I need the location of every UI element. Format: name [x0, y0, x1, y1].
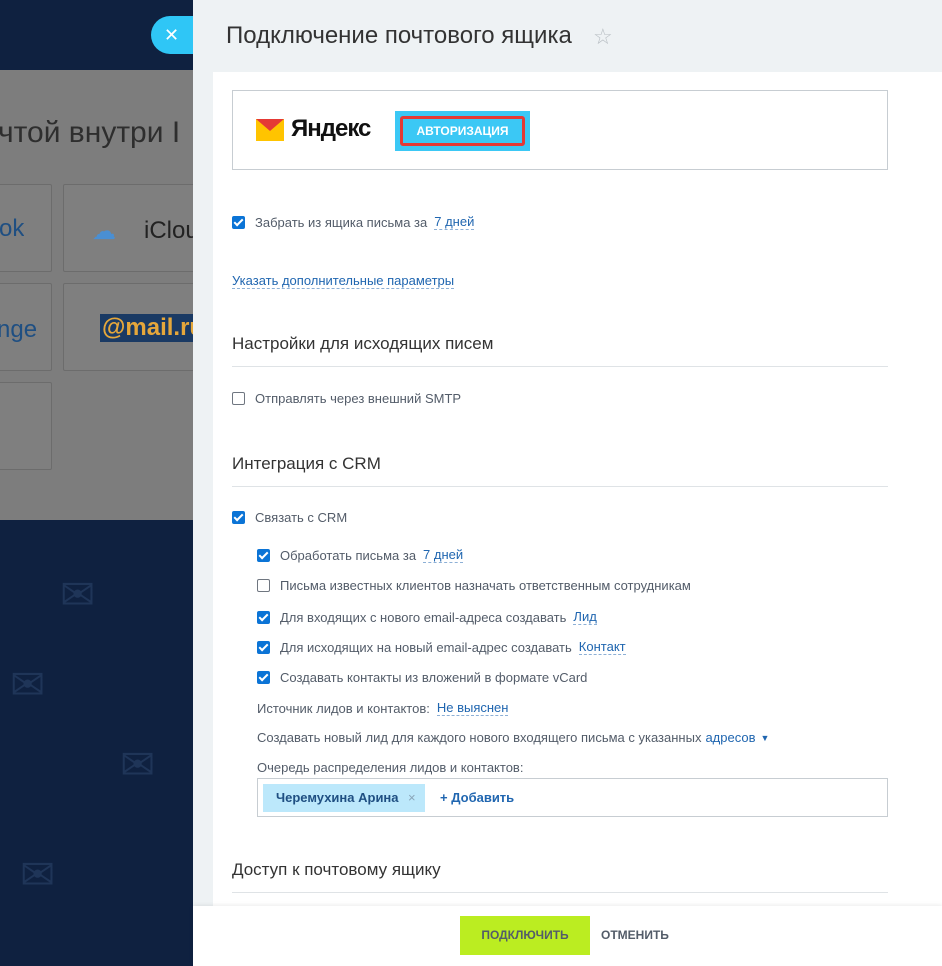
crm-link-checkbox[interactable] [232, 511, 245, 524]
background-provider-panel: чтой внутри I ok ☁ iClou nge @mail.ru [0, 70, 207, 520]
incoming-entity-link[interactable]: Лид [573, 609, 597, 625]
outgoing-create-row: Для исходящих на новый email-адрес созда… [257, 639, 626, 655]
envelope-decoration-icon: ✉ [120, 741, 156, 788]
incoming-create-checkbox[interactable] [257, 610, 270, 624]
new-lead-row: Создавать новый лид для каждого нового в… [257, 730, 770, 745]
provider-tile-icloud[interactable]: ☁ iClou [63, 184, 203, 272]
fetch-period-link[interactable]: 7 дней [434, 214, 475, 230]
close-icon: ✕ [164, 25, 180, 45]
mailbox-connect-slider: Подключение почтового ящика ☆ Яндекс АВТ… [193, 0, 942, 966]
source-link[interactable]: Не выяснен [436, 700, 509, 716]
provider-name: Яндекс [291, 115, 371, 142]
vcard-checkbox[interactable] [257, 671, 270, 684]
extra-params-link[interactable]: Указать дополнительные параметры [232, 273, 455, 289]
connect-button[interactable]: ПОДКЛЮЧИТЬ [460, 916, 590, 955]
incoming-create-row: Для входящих с нового email-адреса созда… [257, 609, 597, 625]
outgoing-create-checkbox[interactable] [257, 640, 270, 654]
remove-person-icon[interactable]: × [408, 784, 416, 812]
mail-envelope-icon [256, 119, 284, 141]
crm-heading: Интеграция с CRM [232, 454, 888, 487]
crm-process-checkbox[interactable] [257, 548, 270, 562]
page-title: Подключение почтового ящика [226, 22, 572, 49]
queue-selector[interactable]: Черемухина Арина × + Добавить [257, 778, 888, 817]
outgoing-heading: Настройки для исходящих писем [232, 334, 888, 367]
provider-tile-other[interactable] [0, 382, 52, 470]
provider-tile-exchange[interactable]: nge [0, 283, 52, 371]
crm-process-row: Обработать письма за 7 дней [257, 547, 464, 563]
add-person-link[interactable]: + Добавить [440, 790, 514, 805]
outgoing-entity-link[interactable]: Контакт [578, 639, 626, 655]
cancel-button[interactable]: ОТМЕНИТЬ [601, 916, 669, 955]
authorize-button[interactable]: АВТОРИЗАЦИЯ [395, 111, 530, 151]
access-heading: Доступ к почтовому ящику [232, 860, 888, 893]
fetch-checkbox[interactable] [232, 215, 245, 229]
cloud-icon: ☁ [92, 218, 116, 245]
star-icon[interactable]: ☆ [593, 24, 613, 50]
form-content: Яндекс АВТОРИЗАЦИЯ Забрать из ящика пись… [213, 57, 942, 906]
provider-box: Яндекс АВТОРИЗАЦИЯ [232, 90, 888, 170]
envelope-decoration-icon: ✉ [20, 851, 56, 898]
crm-process-period-link[interactable]: 7 дней [423, 547, 464, 563]
smtp-checkbox[interactable] [232, 392, 245, 405]
vcard-row: Создавать контакты из вложений в формате… [257, 670, 587, 685]
chevron-down-icon[interactable]: ▼ [761, 733, 770, 743]
queue-person-tag: Черемухина Арина × [263, 784, 425, 812]
new-lead-addresses-dropdown[interactable]: адресов [705, 730, 755, 745]
envelope-decoration-icon: ✉ [10, 661, 46, 708]
footer-bar: ПОДКЛЮЧИТЬ ОТМЕНИТЬ [193, 906, 942, 966]
provider-tile-outlook[interactable]: ok [0, 184, 52, 272]
smtp-row: Отправлять через внешний SMTP [232, 391, 461, 406]
envelope-decoration-icon: ✉ [60, 571, 96, 618]
known-clients-row: Письма известных клиентов назначать отве… [257, 578, 691, 593]
crm-link-row: Связать с CRM [232, 510, 347, 525]
known-clients-checkbox[interactable] [257, 579, 270, 592]
provider-tile-mailru[interactable]: @mail.ru [63, 283, 207, 371]
source-row: Источник лидов и контактов: Не выяснен [257, 700, 509, 716]
authorize-button-label: АВТОРИЗАЦИЯ [400, 116, 525, 146]
extra-params-row: Указать дополнительные параметры [232, 273, 455, 289]
fetch-period-row: Забрать из ящика письма за 7 дней [232, 214, 475, 230]
background-title: чтой внутри I [0, 116, 181, 149]
queue-label: Очередь распределения лидов и контактов: [257, 760, 524, 775]
